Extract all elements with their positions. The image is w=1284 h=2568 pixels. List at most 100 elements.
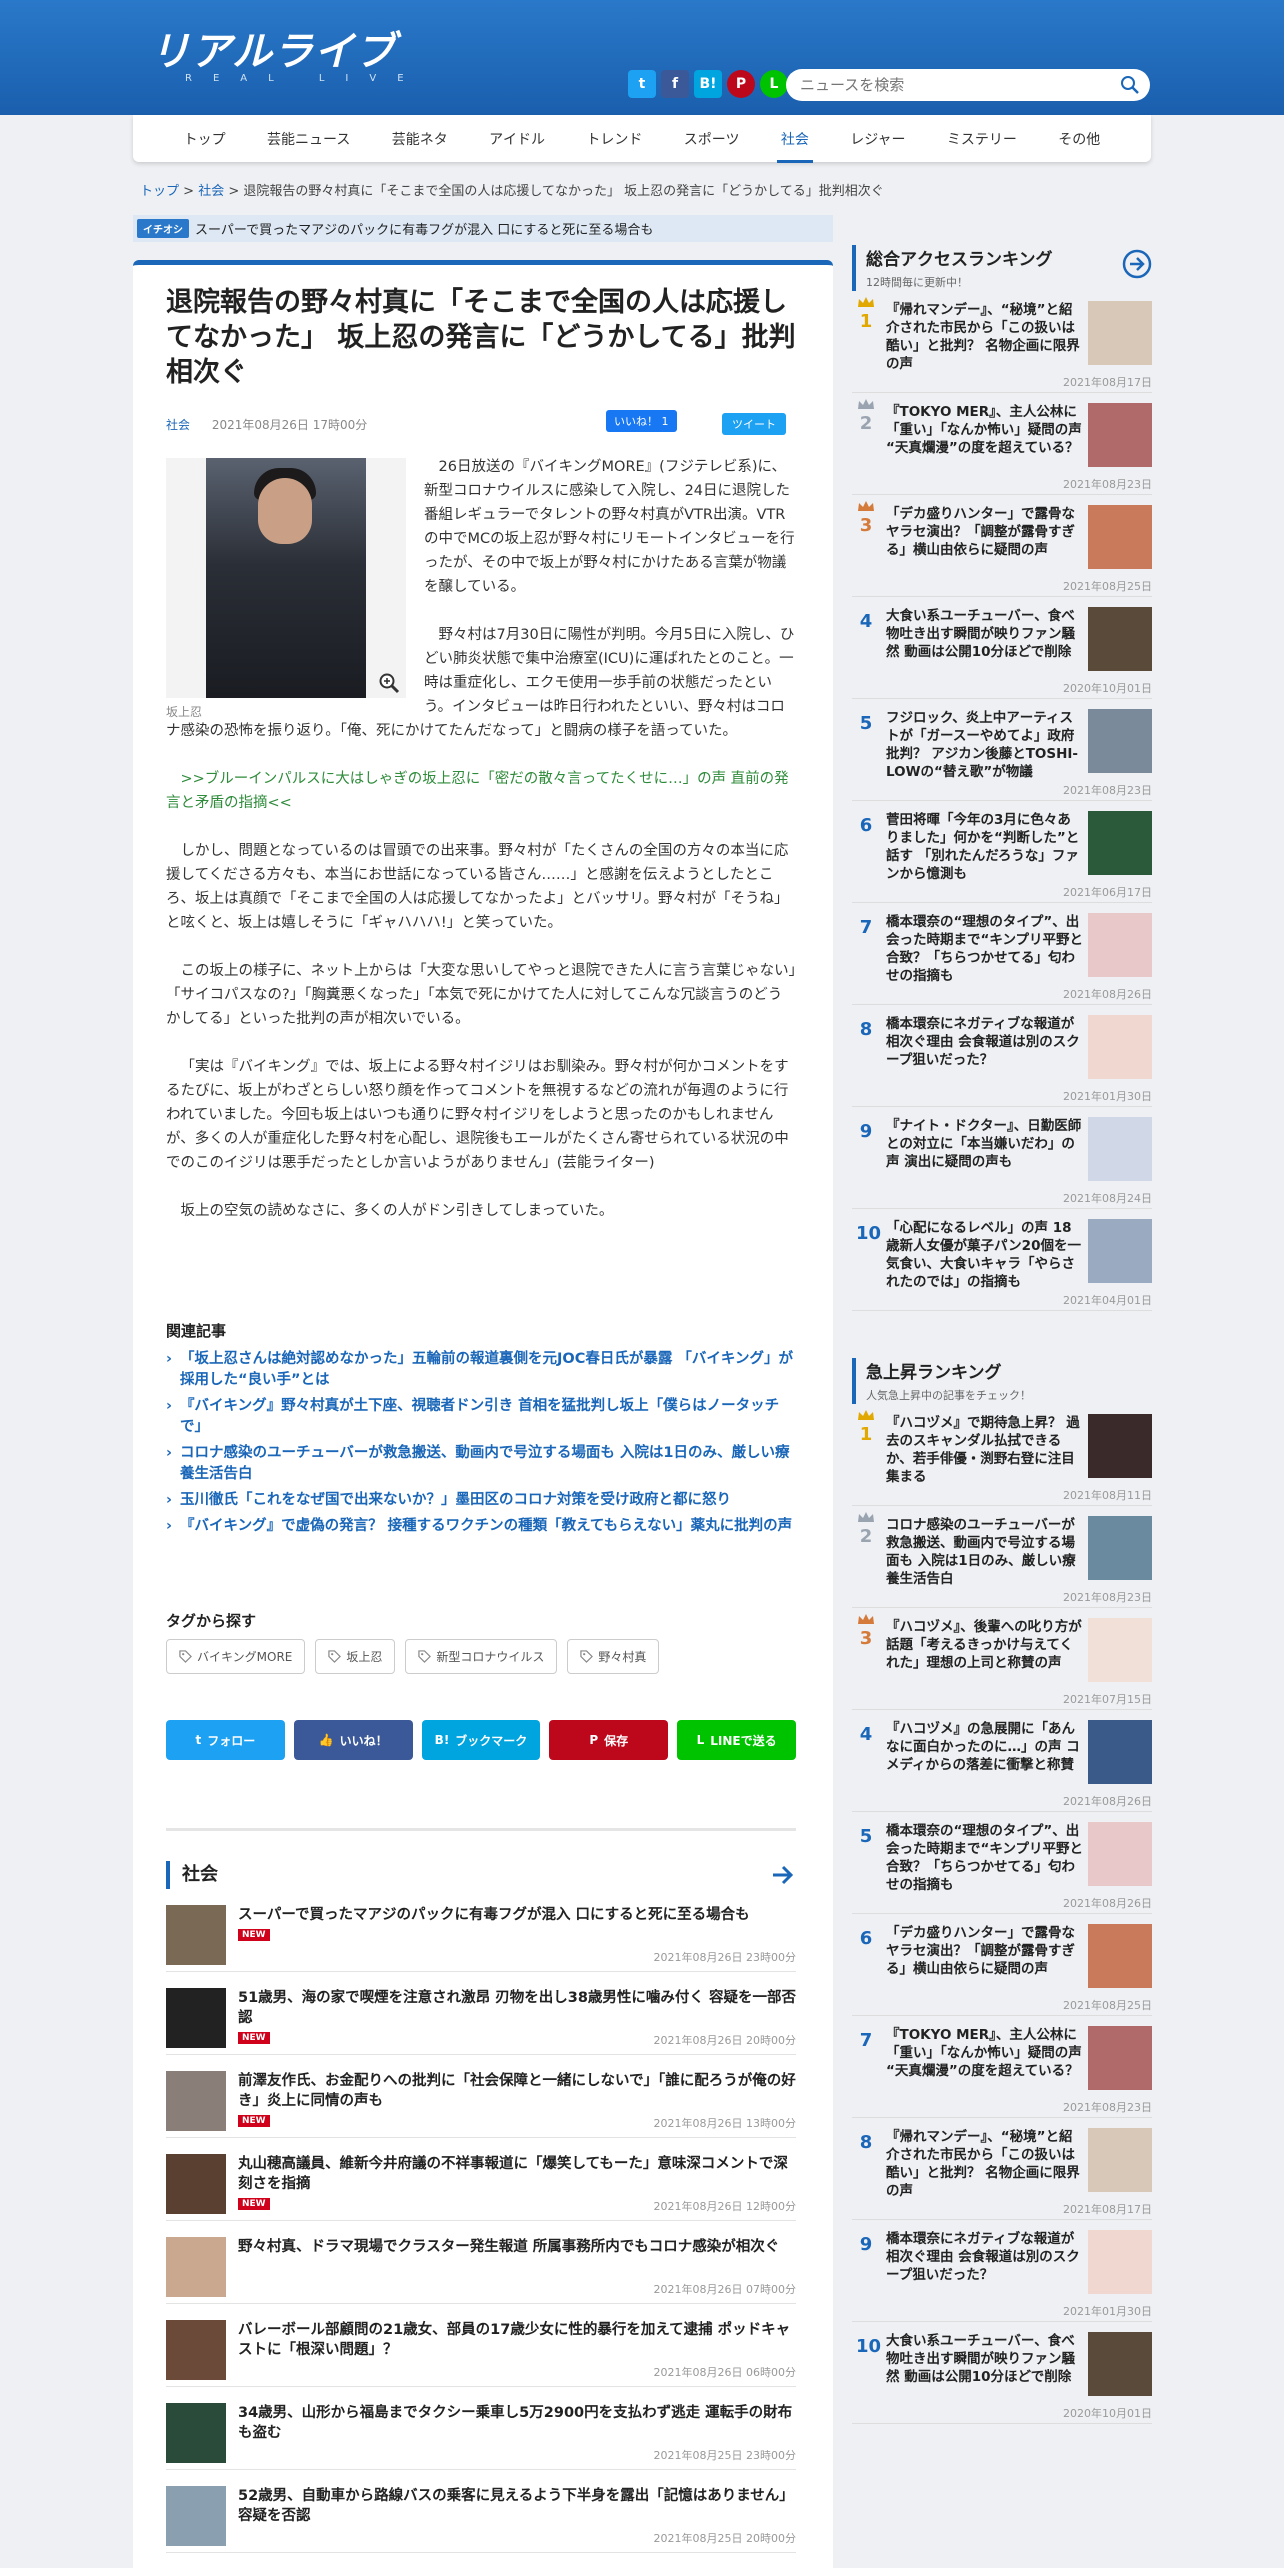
ranking-title[interactable]: 『ハコヅメ』の急展開に「あんなに面白かったのに…」の声 コメディからの落差に衝撃… xyxy=(886,1720,1084,1774)
ranking-title[interactable]: 『帰れマンデー』、“秘境”と紹介された市民から「この扱いは酷い」と批判？ 名物企… xyxy=(886,301,1084,373)
section-item-title[interactable]: 丸山穂高議員、維新今井府議の不祥事報道に「爆笑してもーた」意味深コメントで深刻さ… xyxy=(238,2154,796,2194)
ranking-thumbnail[interactable] xyxy=(1088,913,1152,977)
breadcrumb-section[interactable]: 社会 xyxy=(198,184,224,199)
section-item[interactable]: バレーボール部顧問の21歳女、部員の17歳少女に性的暴行を加えて逮捕 ポッドキャ… xyxy=(166,2304,796,2387)
ranking-item[interactable]: 5 フジロック、炎上中アーティストが「ガースーやめてよ」政府批判？ アジカン後藤と… xyxy=(852,699,1152,801)
share-button[interactable]: t フォロー xyxy=(166,1720,285,1760)
section-item[interactable]: 34歳男、山形から福島までタクシー乗車し5万2900円を支払わず逃走 運転手の財… xyxy=(166,2387,796,2470)
ranking-title[interactable]: 橋本環奈にネガティブな報道が相次ぐ理由 会食報道は別のスクープ狙いだった？ xyxy=(886,2230,1084,2284)
inline-related-link[interactable]: >>ブルーインパルスに大はしゃぎの坂上忍に「密だの散々言ってたくせに…」の声 直… xyxy=(166,767,796,815)
section-item-title[interactable]: バレーボール部顧問の21歳女、部員の17歳少女に性的暴行を加えて逮捕 ポッドキャ… xyxy=(238,2320,796,2360)
related-link[interactable]: 「坂上忍さんは絶対認めなかった」五輪前の報道裏側を元JOC春日氏が暴露 「バイキ… xyxy=(166,1349,796,1391)
ranking-title[interactable]: 『ナイト・ドクター』、日勤医師との対立に「本当嫌いだわ」の声 演出に疑問の声も xyxy=(886,1117,1084,1171)
section-item-thumbnail[interactable] xyxy=(166,2403,226,2463)
section-item-thumbnail[interactable] xyxy=(166,2154,226,2214)
ranking-item[interactable]: 7 『TOKYO MER』、主人公林に「重い」「なんか怖い」疑問の声 “天真爛漫”… xyxy=(852,2016,1152,2118)
ranking-title[interactable]: 大食い系ユーチューバー、食べ物吐き出す瞬間が映りファン騒然 動画は公開10分ほど… xyxy=(886,607,1084,661)
ranking-thumbnail[interactable] xyxy=(1088,1720,1152,1784)
ranking-title[interactable]: 大食い系ユーチューバー、食べ物吐き出す瞬間が映りファン騒然 動画は公開10分ほど… xyxy=(886,2332,1084,2386)
section-item[interactable]: スーパーで買ったマアジのパックに有毒フグが混入 口にすると死に至る場合も NEW 2… xyxy=(166,1889,796,1972)
share-button[interactable]: L LINEで送る xyxy=(677,1720,796,1760)
related-link[interactable]: 『バイキング』野々村真が土下座、視聴者ドン引き 首相を猛批判し坂上「僕らはノータ… xyxy=(166,1396,796,1438)
ranking-item[interactable]: 6 「デカ盛りハンター」で露骨なヤラセ演出？「調整が露骨すぎる」横山由依らに疑問の… xyxy=(852,1914,1152,2016)
section-item[interactable]: 野々村真、ドラマ現場でクラスター発生報道 所属事務所内でもコロナ感染が相次ぐ 20… xyxy=(166,2221,796,2304)
ranking-title[interactable]: 『TOKYO MER』、主人公林に「重い」「なんか怖い」疑問の声 “天真爛漫”の… xyxy=(886,2026,1084,2080)
ranking-title[interactable]: 『TOKYO MER』、主人公林に「重い」「なんか怖い」疑問の声 “天真爛漫”の… xyxy=(886,403,1084,457)
ranking-item[interactable]: 4 大食い系ユーチューバー、食べ物吐き出す瞬間が映りファン騒然 動画は公開10分ほ… xyxy=(852,597,1152,699)
nav-item[interactable]: アイドル xyxy=(489,115,545,163)
ranking-item[interactable]: 1 『ハコヅメ』で期待急上昇？ 過去のスキャンダル払拭できるか、若手俳優・渕野右登… xyxy=(852,1404,1152,1506)
ranking-title[interactable]: 『ハコヅメ』、後輩への叱り方が話題「考えるきっかけ与えてくれた」理想の上司と称賛… xyxy=(886,1618,1084,1672)
ranking-title[interactable]: 「心配になるレベル」の声 18歳新人女優が菓子パン20個を一気食い、大食いキャラ… xyxy=(886,1219,1084,1291)
tag-chip[interactable]: バイキングMORE xyxy=(166,1639,306,1674)
ranking-title[interactable]: 「デカ盛りハンター」で露骨なヤラセ演出？「調整が露骨すぎる」横山由依らに疑問の声 xyxy=(886,505,1084,559)
share-button[interactable]: B! ブックマーク xyxy=(421,1720,541,1760)
pickup-bar[interactable]: イチオシ スーパーで買ったマアジのパックに有毒フグが混入 口にすると死に至る場合… xyxy=(133,215,833,242)
ranking-thumbnail[interactable] xyxy=(1088,1219,1152,1283)
nav-item[interactable]: その他 xyxy=(1058,115,1100,163)
ranking-item[interactable]: 6 菅田将暉「今年の3月に色々ありました」何かを“判断した”と話す 「別れたんだろ… xyxy=(852,801,1152,903)
ranking-title[interactable]: 『帰れマンデー』、“秘境”と紹介された市民から「この扱いは酷い」と批判？ 名物企… xyxy=(886,2128,1084,2200)
hatena-icon[interactable]: B! xyxy=(694,70,722,98)
ranking-thumbnail[interactable] xyxy=(1088,607,1152,671)
section-item-title[interactable]: 34歳男、山形から福島までタクシー乗車し5万2900円を支払わず逃走 運転手の財… xyxy=(238,2403,796,2443)
tweet-button[interactable]: ツイート xyxy=(722,413,786,435)
section-item-title[interactable]: 51歳男、海の家で喫煙を注意され激昂 刃物を出し38歳男性に噛み付く 容疑を一部… xyxy=(238,1988,796,2028)
facebook-icon[interactable]: f xyxy=(661,70,689,98)
pinterest-icon[interactable]: P xyxy=(727,70,755,98)
breadcrumb-top[interactable]: トップ xyxy=(140,184,179,199)
pickup-text[interactable]: スーパーで買ったマアジのパックに有毒フグが混入 口にすると死に至る場合も xyxy=(195,219,653,238)
nav-item[interactable]: 社会 xyxy=(776,115,813,163)
related-link[interactable]: コロナ感染のユーチューバーが救急搬送、動画内で号泣する場面も 入院は1日のみ、厳… xyxy=(166,1443,796,1485)
nav-item[interactable]: ミステリー xyxy=(947,115,1017,163)
arrow-right-icon[interactable] xyxy=(768,1861,796,1889)
ranking-thumbnail[interactable] xyxy=(1088,2332,1152,2396)
ranking-thumbnail[interactable] xyxy=(1088,403,1152,467)
ranking-item[interactable]: 2 『TOKYO MER』、主人公林に「重い」「なんか怖い」疑問の声 “天真爛漫”… xyxy=(852,393,1152,495)
like-button[interactable]: いいね！ 1 xyxy=(606,410,677,432)
section-item-thumbnail[interactable] xyxy=(166,2071,226,2131)
nav-item[interactable]: レジャー xyxy=(850,115,905,163)
ranking-item[interactable]: 8 『帰れマンデー』、“秘境”と紹介された市民から「この扱いは酷い」と批判？ 名物… xyxy=(852,2118,1152,2220)
nav-item[interactable]: スポーツ xyxy=(684,115,740,163)
ranking-title[interactable]: 菅田将暉「今年の3月に色々ありました」何かを“判断した”と話す 「別れたんだろう… xyxy=(886,811,1084,883)
ranking-thumbnail[interactable] xyxy=(1088,1822,1152,1886)
ranking-item[interactable]: 8 橋本環奈にネガティブな報道が相次ぐ理由 会食報道は別のスクープ狙いだった？ 20… xyxy=(852,1005,1152,1107)
section-item[interactable]: 丸山穂高議員、維新今井府議の不祥事報道に「爆笑してもーた」意味深コメントで深刻さ… xyxy=(166,2138,796,2221)
ranking-title[interactable]: 「デカ盛りハンター」で露骨なヤラセ演出？「調整が露骨すぎる」横山由依らに疑問の声 xyxy=(886,1924,1084,1978)
tag-chip[interactable]: 野々村真 xyxy=(567,1639,660,1674)
article-category[interactable]: 社会 xyxy=(166,418,190,432)
ranking-title[interactable]: 橋本環奈の“理想のタイプ”、出会った時期まで“キンプリ平野と合致？「ちらつかせて… xyxy=(886,913,1084,985)
ranking-item[interactable]: 9 橋本環奈にネガティブな報道が相次ぐ理由 会食報道は別のスクープ狙いだった？ 20… xyxy=(852,2220,1152,2322)
ranking-title[interactable]: コロナ感染のユーチューバーが救急搬送、動画内で号泣する場面も 入院は1日のみ、厳… xyxy=(886,1516,1084,1588)
section-item-title[interactable]: 野々村真、ドラマ現場でクラスター発生報道 所属事務所内でもコロナ感染が相次ぐ xyxy=(238,2237,779,2257)
section-item-thumbnail[interactable] xyxy=(166,1905,226,1965)
search-input[interactable] xyxy=(800,76,1100,94)
ranking-item[interactable]: 3 『ハコヅメ』、後輩への叱り方が話題「考えるきっかけ与えてくれた」理想の上司と称… xyxy=(852,1608,1152,1710)
ranking-title[interactable]: フジロック、炎上中アーティストが「ガースーやめてよ」政府批判？ アジカン後藤とT… xyxy=(886,709,1084,781)
ranking-thumbnail[interactable] xyxy=(1088,301,1152,365)
ranking-title[interactable]: 橋本環奈の“理想のタイプ”、出会った時期まで“キンプリ平野と合致？「ちらつかせて… xyxy=(886,1822,1084,1894)
ranking-thumbnail[interactable] xyxy=(1088,2230,1152,2294)
ranking-thumbnail[interactable] xyxy=(1088,709,1152,773)
ranking-title[interactable]: 橋本環奈にネガティブな報道が相次ぐ理由 会食報道は別のスクープ狙いだった？ xyxy=(886,1015,1084,1069)
section-item[interactable]: 52歳男、自動車から路線バスの乗客に見えるよう下半身を露出「記憶はありません」容… xyxy=(166,2470,796,2553)
ranking-thumbnail[interactable] xyxy=(1088,1516,1152,1580)
tag-chip[interactable]: 新型コロナウイルス xyxy=(405,1639,558,1674)
ranking-thumbnail[interactable] xyxy=(1088,1015,1152,1079)
ranking-item[interactable]: 9 『ナイト・ドクター』、日勤医師との対立に「本当嫌いだわ」の声 演出に疑問の声も… xyxy=(852,1107,1152,1209)
ranking-thumbnail[interactable] xyxy=(1088,1414,1152,1478)
ranking-thumbnail[interactable] xyxy=(1088,811,1152,875)
ranking-item[interactable]: 10 大食い系ユーチューバー、食べ物吐き出す瞬間が映りファン騒然 動画は公開10分… xyxy=(852,2322,1152,2424)
section-item-thumbnail[interactable] xyxy=(166,2486,226,2546)
ranking-thumbnail[interactable] xyxy=(1088,505,1152,569)
tag-chip[interactable]: 坂上忍 xyxy=(315,1639,396,1674)
twitter-icon[interactable]: t xyxy=(628,70,656,98)
nav-item[interactable]: トレンド xyxy=(586,115,642,163)
section-item-thumbnail[interactable] xyxy=(166,2320,226,2380)
search-icon[interactable] xyxy=(1120,75,1140,95)
ranking-item[interactable]: 5 橋本環奈の“理想のタイプ”、出会った時期まで“キンプリ平野と合致？「ちらつかせ… xyxy=(852,1812,1152,1914)
section-item[interactable]: 前澤友作氏、お金配りへの批判に「社会保障と一緒にしないで」「誰に配ろうが俺の好き… xyxy=(166,2055,796,2138)
ranking-item[interactable]: 3 「デカ盛りハンター」で露骨なヤラセ演出？「調整が露骨すぎる」横山由依らに疑問の… xyxy=(852,495,1152,597)
share-button[interactable]: 👍 いいね！ xyxy=(293,1720,413,1760)
